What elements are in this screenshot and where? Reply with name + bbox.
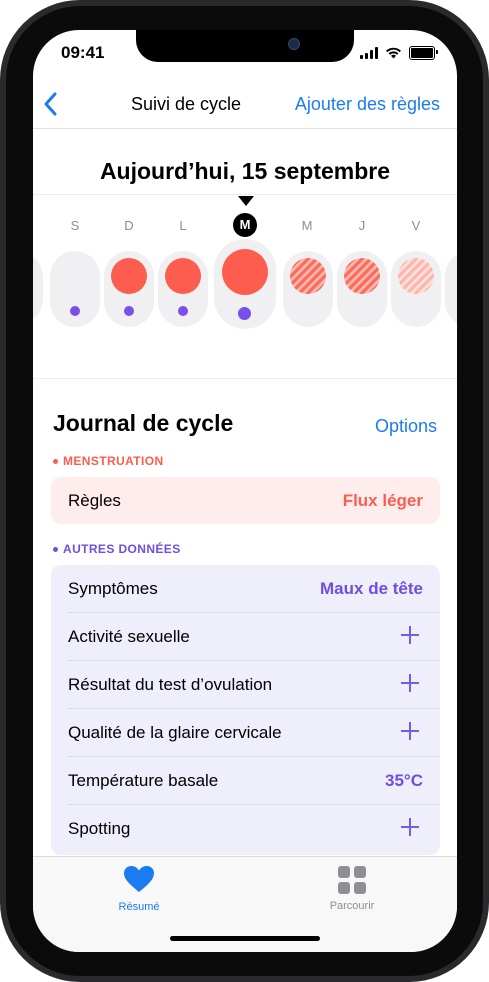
- camera-icon: [288, 38, 300, 50]
- side-button-silent: [0, 150, 3, 180]
- row-label: Résultat du test d’ovulation: [68, 675, 273, 694]
- bullet-icon: [53, 458, 58, 464]
- day-letter-today: M: [233, 213, 257, 237]
- row-label: Température basale: [68, 771, 219, 790]
- tab-browse[interactable]: Parcourir: [292, 865, 412, 912]
- day-letter: M: [301, 218, 313, 233]
- options-button[interactable]: Options: [375, 416, 437, 437]
- row-label: Spotting: [68, 819, 131, 838]
- logged-data-dot: [178, 306, 188, 316]
- bullet-icon: [53, 546, 58, 552]
- day-pill-previous[interactable]: [33, 251, 43, 325]
- period-flow-circle: [165, 258, 201, 294]
- date-title: Aujourd’hui, 15 septembre: [99, 158, 391, 184]
- period-flow-circle: [222, 249, 268, 295]
- spotting-row[interactable]: Spotting: [51, 805, 440, 853]
- row-value[interactable]: 35°C: [385, 771, 423, 791]
- period-flow-circle: [111, 258, 147, 294]
- back-chevron-icon[interactable]: [43, 92, 59, 116]
- side-button-volume-down: [0, 285, 3, 345]
- plus-icon[interactable]: [400, 817, 420, 837]
- plus-icon[interactable]: [400, 625, 420, 645]
- plus-icon[interactable]: [400, 721, 420, 741]
- day-letter: L: [179, 218, 187, 233]
- logged-data-dot: [238, 307, 251, 320]
- battery-icon: [409, 46, 438, 60]
- nav-title: Suivi de cycle: [131, 94, 242, 114]
- category-other-data: AUTRES DONNÉES: [53, 542, 181, 556]
- cellular-signal-icon: [360, 47, 378, 59]
- tab-label: Résumé: [118, 901, 160, 913]
- notch: [136, 30, 354, 62]
- wifi-icon: [386, 47, 401, 59]
- status-icons: [360, 46, 438, 60]
- basal-temperature-row[interactable]: Température basale 35°C: [51, 757, 440, 805]
- row-label: Activité sexuelle: [68, 627, 190, 646]
- cervical-mucus-row[interactable]: Qualité de la glaire cervicale: [51, 709, 440, 757]
- phone-frame: 09:41 Suivi de cycle Ajouter des règles …: [0, 0, 489, 982]
- row-value[interactable]: Maux de tête: [320, 579, 423, 599]
- category-menstruation: MENSTRUATION: [53, 454, 164, 468]
- row-label: Règles: [68, 491, 121, 510]
- category-label: AUTRES DONNÉES: [63, 542, 181, 556]
- day-pill-today[interactable]: [214, 239, 276, 329]
- day-pill-next[interactable]: [445, 251, 457, 327]
- side-button-volume-up: [0, 210, 3, 270]
- screen: 09:41 Suivi de cycle Ajouter des règles …: [33, 30, 457, 952]
- sexual-activity-row[interactable]: Activité sexuelle: [51, 613, 440, 661]
- heart-icon: [124, 866, 154, 892]
- add-period-button[interactable]: Ajouter des règles: [295, 94, 440, 115]
- predicted-period-circle: [290, 258, 326, 294]
- day-pill[interactable]: [158, 251, 208, 327]
- plus-icon[interactable]: [400, 673, 420, 693]
- symptoms-row[interactable]: Symptômes Maux de tête: [51, 565, 440, 613]
- predicted-period-circle: [398, 258, 434, 294]
- grid-icon: [338, 866, 366, 894]
- row-label: Qualité de la glaire cervicale: [68, 723, 282, 742]
- logged-data-dot: [70, 306, 80, 316]
- today-pointer-icon: [238, 196, 254, 206]
- tab-label: Parcourir: [329, 900, 375, 912]
- ovulation-test-row[interactable]: Résultat du test d’ovulation: [51, 661, 440, 709]
- day-letter: V: [411, 218, 421, 233]
- day-letter: S: [70, 218, 80, 233]
- status-time: 09:41: [61, 43, 105, 62]
- day-pill[interactable]: [283, 251, 333, 327]
- day-pill[interactable]: [104, 251, 154, 327]
- tab-summary[interactable]: Résumé: [79, 865, 199, 913]
- divider: [33, 378, 457, 379]
- row-value[interactable]: Flux léger: [343, 491, 423, 511]
- day-pill[interactable]: [391, 251, 441, 327]
- home-indicator[interactable]: [170, 936, 320, 941]
- logged-data-dot: [124, 306, 134, 316]
- day-pill[interactable]: [50, 251, 100, 327]
- day-pill[interactable]: [337, 251, 387, 327]
- navigation-bar: Suivi de cycle Ajouter des règles: [33, 80, 457, 129]
- predicted-period-circle: [344, 258, 380, 294]
- day-letter: J: [358, 218, 366, 233]
- row-label: Symptômes: [68, 579, 158, 598]
- period-row[interactable]: Règles Flux léger: [51, 477, 440, 524]
- other-data-card: Symptômes Maux de tête Activité sexuelle…: [51, 565, 440, 855]
- day-letter: D: [124, 218, 134, 233]
- divider: [33, 194, 457, 195]
- category-label: MENSTRUATION: [63, 454, 164, 468]
- cycle-log-title: Journal de cycle: [53, 410, 234, 436]
